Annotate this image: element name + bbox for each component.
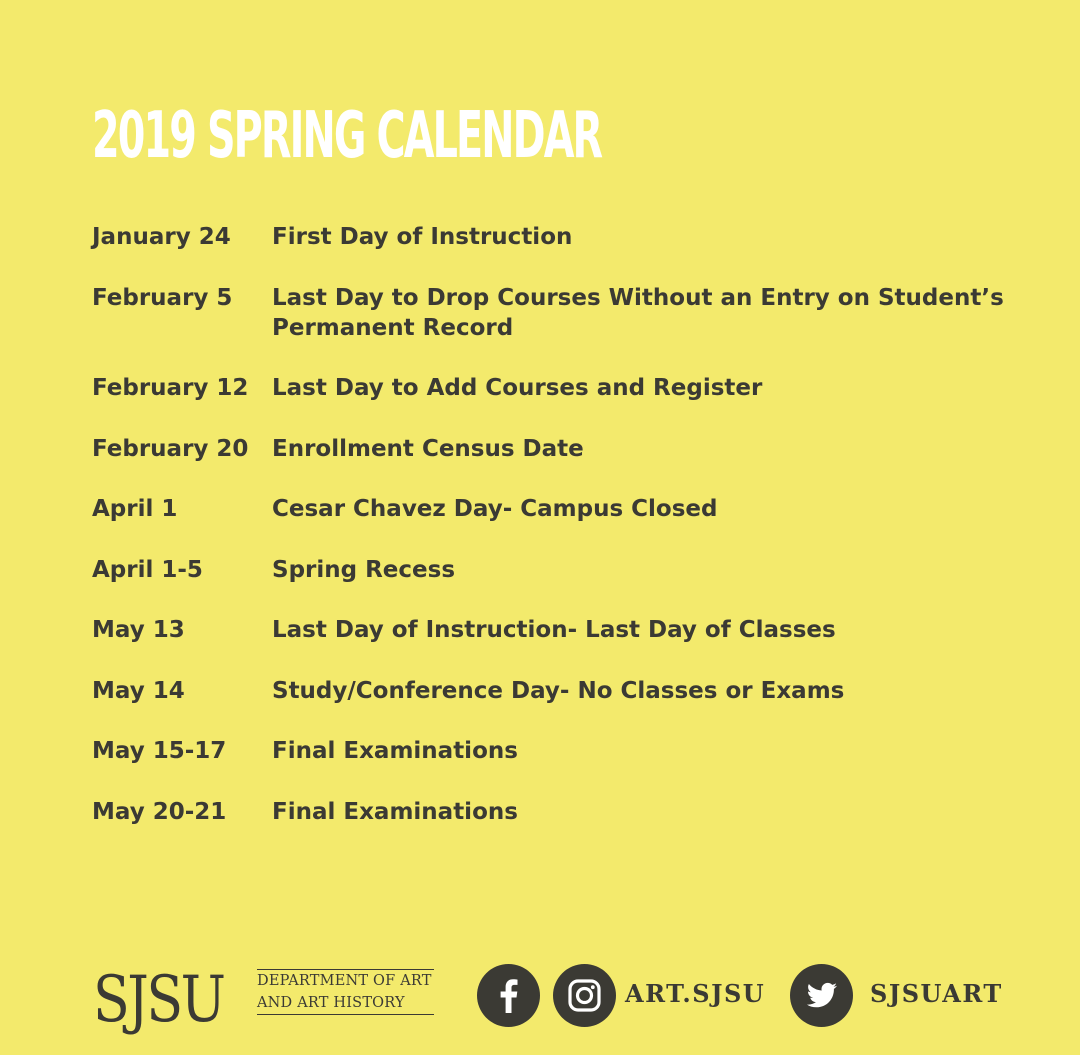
event-row: February 12 Last Day to Add Courses and … <box>92 373 1022 403</box>
event-description: Last Day of Instruction- Last Day of Cla… <box>272 617 836 643</box>
instagram-icon[interactable] <box>553 964 616 1027</box>
event-date: May 15-17 <box>92 738 227 764</box>
event-row: January 24 First Day of Instruction <box>92 222 1022 252</box>
event-description: Study/Conference Day- No Classes or Exam… <box>272 677 845 704</box>
event-description: Last Day to Add Courses and Register <box>272 375 763 401</box>
page-title: 2019 SPRING CALENDAR <box>92 99 603 173</box>
event-description: Enrollment Census Date <box>272 435 584 462</box>
event-description: Cesar Chavez Day- Campus Closed <box>272 496 718 522</box>
event-date: February 12 <box>92 375 249 401</box>
event-row: April 1 Cesar Chavez Day- Campus Closed <box>92 494 1022 524</box>
event-description: Final Examinations <box>272 738 518 764</box>
sjsu-logo: SJSU <box>93 963 226 1037</box>
event-row: April 1-5 Spring Recess <box>92 555 1022 585</box>
event-row: May 14 Study/Conference Day- No Classes … <box>92 676 1022 706</box>
event-date: May 20-21 <box>92 798 227 825</box>
department-line-2: AND ART HISTORY <box>257 995 405 1011</box>
event-description: Final Examinations <box>272 798 518 825</box>
event-date: April 1 <box>92 496 178 522</box>
event-row: February 5 Last Day to Drop Courses With… <box>92 283 1022 343</box>
department-line-1: DEPARTMENT OF ART <box>257 973 432 989</box>
event-description: Last Day to Drop Courses Without an Entr… <box>272 284 1004 341</box>
event-row: May 15-17 Final Examinations <box>92 736 1022 766</box>
twitter-handle[interactable]: SJSUART <box>870 979 1003 1008</box>
instagram-handle[interactable]: ART.SJSU <box>625 979 765 1008</box>
event-date: February 20 <box>92 435 249 462</box>
event-date: April 1-5 <box>92 556 203 583</box>
event-date: May 13 <box>92 617 185 643</box>
event-row: February 20 Enrollment Census Date <box>92 434 1022 464</box>
department-name: DEPARTMENT OF ART AND ART HISTORY <box>257 969 434 1015</box>
event-row: May 13 Last Day of Instruction- Last Day… <box>92 615 1022 645</box>
footer: SJSU DEPARTMENT OF ART AND ART HISTORY A… <box>0 950 1080 1050</box>
event-row: May 20-21 Final Examinations <box>92 797 1022 827</box>
event-date: January 24 <box>92 224 231 250</box>
event-date: May 14 <box>92 677 185 704</box>
facebook-icon[interactable] <box>477 964 540 1027</box>
event-date: February 5 <box>92 284 233 311</box>
event-list: January 24 First Day of Instruction Febr… <box>92 222 1022 857</box>
twitter-icon[interactable] <box>790 964 853 1027</box>
event-description: First Day of Instruction <box>272 224 573 250</box>
event-description: Spring Recess <box>272 556 456 583</box>
